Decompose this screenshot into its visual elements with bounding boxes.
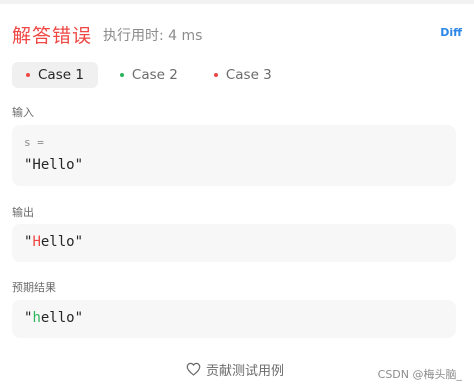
contribute-label: 贡献测试用例 bbox=[206, 363, 285, 379]
input-value: "Hello" bbox=[24, 157, 84, 173]
input-box: s = "Hello" bbox=[12, 125, 456, 186]
output-rest: ello" bbox=[40, 234, 84, 250]
expected-diff-char: h bbox=[32, 310, 41, 326]
result-header: 解答错误 执行用时: 4 ms Diff bbox=[12, 20, 462, 48]
status-dot-icon bbox=[213, 73, 218, 77]
tab-case-3[interactable]: Case 3 bbox=[200, 62, 286, 88]
output-box: "Hello" bbox=[12, 224, 456, 262]
tab-label: Case 1 bbox=[38, 67, 84, 83]
expected-box: "hello" bbox=[12, 300, 456, 338]
expected-rest: ello" bbox=[40, 310, 84, 326]
runtime-label: 执行用时: 4 ms bbox=[103, 28, 203, 44]
status-dot-icon bbox=[26, 73, 30, 77]
output-diff-char: H bbox=[32, 234, 41, 250]
result-status: 解答错误 bbox=[12, 25, 93, 47]
diff-button[interactable]: Diff bbox=[440, 26, 462, 39]
expected-value: "hello" bbox=[24, 310, 83, 326]
contribute-testcase-button[interactable]: 贡献测试用例 bbox=[186, 360, 285, 379]
output-value: "Hello" bbox=[24, 234, 83, 250]
tab-case-1[interactable]: Case 1 bbox=[12, 62, 98, 88]
input-var-name: s = bbox=[24, 136, 44, 149]
heart-icon bbox=[186, 362, 201, 376]
watermark: CSDN @梅头脑_ bbox=[377, 368, 462, 381]
status-dot-icon bbox=[119, 73, 124, 77]
expected-label: 预期结果 bbox=[12, 281, 56, 294]
top-divider bbox=[0, 0, 474, 4]
case-tabs: Case 1 Case 2 Case 3 bbox=[12, 62, 286, 88]
output-label: 输出 bbox=[12, 206, 34, 219]
tab-label: Case 3 bbox=[225, 67, 272, 83]
tab-case-2[interactable]: Case 2 bbox=[106, 62, 192, 88]
input-label: 输入 bbox=[12, 106, 34, 119]
tab-label: Case 2 bbox=[131, 67, 178, 83]
